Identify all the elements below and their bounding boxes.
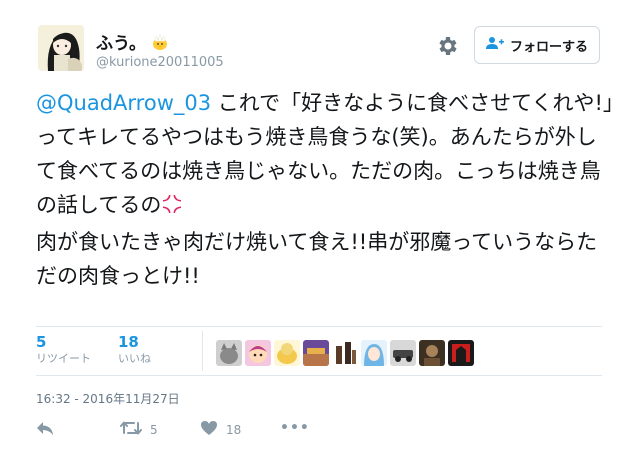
liker-avatar[interactable]	[361, 340, 387, 366]
retweet-stat[interactable]: 5 リツイート	[36, 333, 91, 367]
liker-avatar[interactable]	[274, 340, 300, 366]
tweet-header: ふう。 @kurione20011005 フォローする	[38, 25, 608, 75]
retweet-button[interactable]: 5	[120, 420, 158, 439]
stats-separator	[202, 331, 203, 371]
liker-avatar[interactable]	[332, 340, 358, 366]
display-name-text: ふう。	[96, 34, 146, 54]
liker-avatars	[216, 340, 474, 366]
follow-button[interactable]: フォローする	[474, 26, 600, 64]
like-label: いいね	[118, 352, 151, 365]
divider-bottom	[36, 375, 602, 376]
liker-avatar[interactable]	[419, 340, 445, 366]
tweet-text-part-2: 肉が食いたきゃ肉だけ焼いて食え!!串が邪魔っていうならただの肉食っとけ!!	[36, 230, 598, 288]
display-name[interactable]: ふう。	[96, 29, 169, 56]
liker-avatar[interactable]	[448, 340, 474, 366]
follow-label: フォローする	[509, 39, 588, 55]
user-handle[interactable]: @kurione20011005	[96, 55, 224, 70]
retweet-action-count: 5	[150, 422, 158, 437]
more-icon[interactable]: •••	[280, 420, 310, 436]
like-count: 18	[118, 333, 139, 351]
heart-icon	[200, 420, 218, 439]
anger-emoji-icon	[161, 191, 183, 225]
liker-avatar[interactable]	[216, 340, 242, 366]
liker-avatar[interactable]	[390, 340, 416, 366]
reply-button[interactable]	[36, 420, 54, 439]
like-action-count: 18	[226, 422, 242, 437]
timestamp[interactable]: 16:32 - 2016年11月27日	[36, 390, 180, 407]
retweet-icon	[120, 420, 142, 439]
like-stat[interactable]: 18 いいね	[118, 333, 151, 367]
reply-icon	[36, 420, 54, 439]
gear-icon[interactable]	[435, 34, 459, 58]
tweet-text: @QuadArrow_03 これで「好きなように食べさせてくれや!」ってキレてる…	[36, 86, 616, 293]
follow-person-icon	[485, 36, 504, 54]
retweet-label: リツイート	[36, 352, 91, 365]
mention-link[interactable]: @QuadArrow_03	[36, 91, 211, 115]
divider-top	[36, 326, 602, 327]
retweet-count: 5	[36, 333, 47, 351]
like-button[interactable]: 18	[200, 420, 241, 439]
avatar[interactable]	[38, 25, 84, 71]
chick-emoji-icon	[151, 33, 169, 56]
liker-avatar[interactable]	[303, 340, 329, 366]
liker-avatar[interactable]	[245, 340, 271, 366]
tweet-actions: 5 18 •••	[36, 420, 336, 442]
